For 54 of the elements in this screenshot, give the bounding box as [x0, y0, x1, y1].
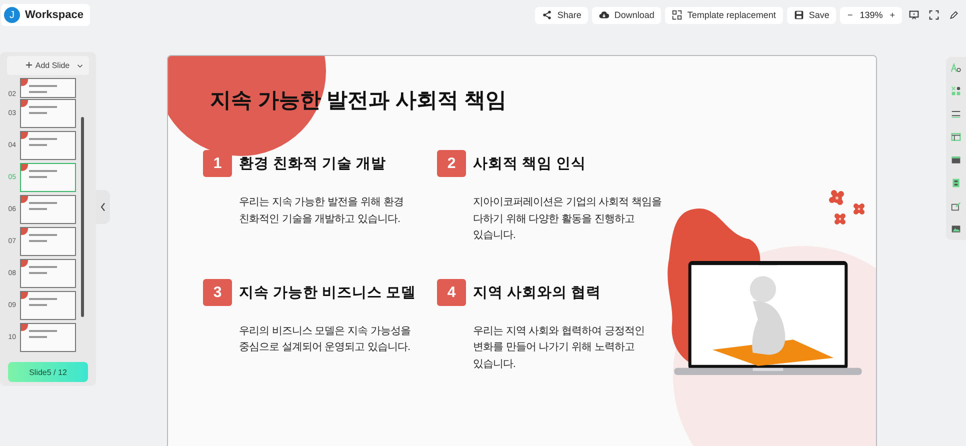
item-description: 우리는 지속 가능한 발전을 위해 환경 친화적인 기술을 개발하고 있습니다. [239, 196, 404, 226]
workspace-badge[interactable]: J Workspace [1, 4, 90, 26]
slide-thumbnail[interactable] [20, 195, 76, 224]
scrollbar[interactable] [81, 117, 84, 317]
save-icon [794, 10, 804, 20]
share-icon [542, 10, 552, 20]
slide-counter: Slide5 / 12 [8, 362, 88, 382]
panel-icon[interactable] [951, 154, 961, 165]
shapes-icon[interactable] [951, 86, 961, 96]
present-icon[interactable] [909, 10, 919, 20]
layout-icon[interactable] [951, 178, 961, 188]
edit-icon[interactable] [951, 200, 961, 211]
item-description: 우리의 비즈니스 모델은 지속 가능성을 중심으로 설계되어 운영되고 있습니다. [239, 324, 412, 355]
download-button[interactable]: Download [592, 6, 662, 24]
zoom-in-button[interactable]: + [888, 10, 897, 20]
text-style-icon[interactable] [951, 63, 961, 74]
lines-icon[interactable] [951, 109, 961, 120]
slide-thumbnail[interactable] [20, 323, 76, 352]
template-icon [672, 10, 682, 20]
item-description: 우리는 지역 사회와 협력하여 긍정적인 변화를 만들어 나가기 위해 노력하고 있습니다. [473, 324, 646, 372]
slide-thumbnail[interactable] [20, 227, 76, 256]
save-button[interactable]: Save [786, 6, 836, 24]
slide-thumbnail[interactable] [20, 99, 76, 128]
slide-thumbnail[interactable] [20, 78, 76, 98]
plus-icon [26, 62, 32, 68]
add-slide-button[interactable]: Add Slide [7, 56, 89, 75]
workspace-title: Workspace [25, 9, 84, 21]
number-badge: 3 [203, 278, 232, 306]
table-icon[interactable] [951, 132, 961, 142]
slide-thumbnail[interactable] [20, 291, 76, 320]
slide-thumbnail[interactable] [20, 163, 76, 192]
fullscreen-icon[interactable] [929, 10, 939, 20]
share-button[interactable]: Share [535, 6, 588, 24]
item-heading: 환경 친화적 기술 개발 [239, 155, 386, 173]
chevron-down-icon [77, 64, 83, 68]
collapse-button[interactable] [96, 190, 110, 224]
slide-thumbnail[interactable] [20, 131, 76, 160]
cloud-download-icon [599, 10, 610, 20]
number-badge: 2 [437, 150, 466, 177]
zoom-level: 139% [860, 10, 883, 20]
item-heading: 지속 가능한 비즈니스 모델 [239, 284, 416, 302]
chevron-left-icon [100, 202, 106, 212]
slide-thumbnail[interactable] [20, 259, 76, 288]
template-button[interactable]: Template replacement [665, 6, 783, 24]
image-icon[interactable] [951, 224, 961, 234]
pencil-icon[interactable] [949, 10, 959, 20]
item-description: 지아이코퍼레이션은 기업의 사회적 책임을 다하기 위해 다양한 활동을 진행하고 있습니다. [473, 196, 663, 243]
number-badge: 1 [203, 150, 232, 177]
item-heading: 사회적 책임 인식 [473, 155, 586, 173]
number-badge: 4 [437, 278, 466, 306]
avatar-circle: J [4, 7, 20, 23]
zoom-out-button[interactable]: − [845, 10, 855, 20]
slide-title: 지속 가능한 발전과 사회적 책임 [210, 88, 508, 114]
item-heading: 지역 사회와의 협력 [473, 284, 602, 302]
